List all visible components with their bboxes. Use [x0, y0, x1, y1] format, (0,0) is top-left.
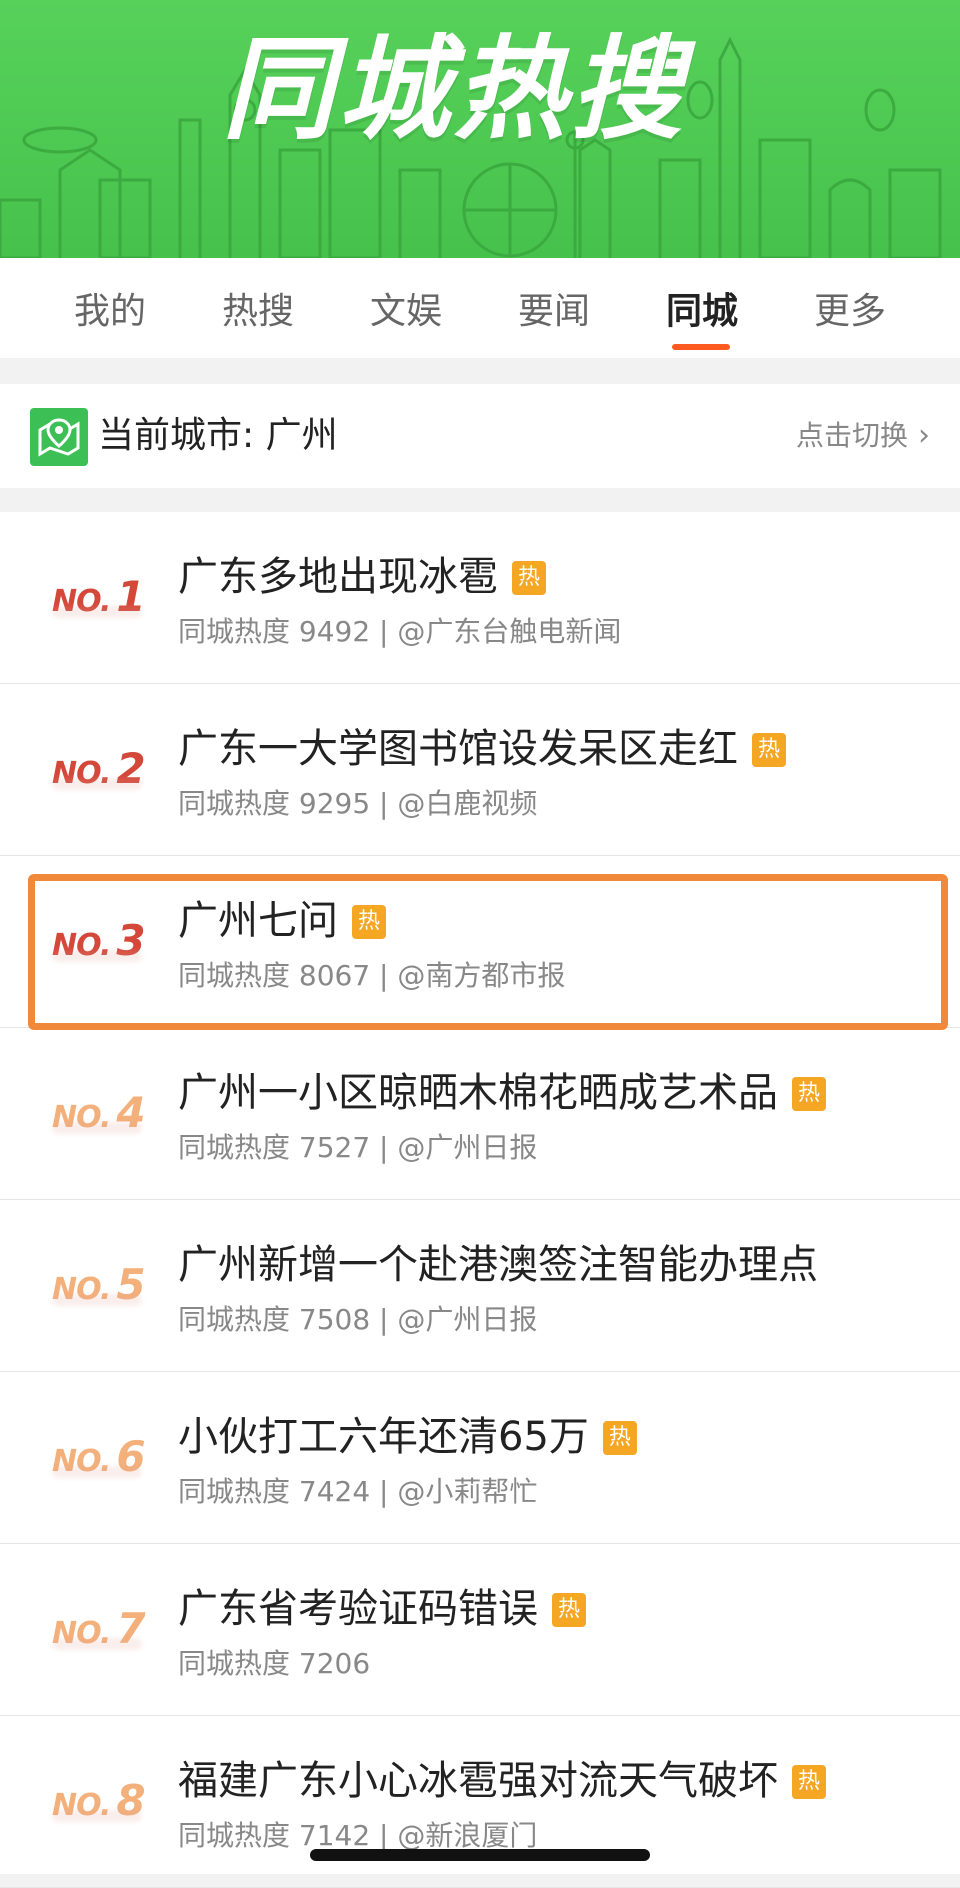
item-title: 广州新增一个赴港澳签注智能办理点: [178, 1242, 818, 1288]
hot-list-item[interactable]: NO. 2 广东一大学图书馆设发呆区走红热同城热度 9295 | @白鹿视频: [0, 684, 960, 856]
hot-list-item[interactable]: NO. 7 广东省考验证码错误热同城热度 7206: [0, 1544, 960, 1716]
item-title-line: 福建广东小心冰雹强对流天气破坏热: [178, 1748, 826, 1806]
item-title-line: 广州新增一个赴港澳签注智能办理点: [178, 1232, 818, 1290]
hot-badge: 热: [352, 905, 386, 939]
tab-hot-search[interactable]: 热搜: [184, 258, 332, 358]
item-title-line: 广东一大学图书馆设发呆区走红热: [178, 716, 786, 774]
current-city-bar: 当前城市: 广州 点击切换 ›: [0, 384, 960, 488]
rank-label: NO. 8: [52, 1776, 146, 1825]
item-title: 广东多地出现冰雹: [178, 554, 498, 600]
rank-shadow: [52, 1294, 142, 1306]
rank-shadow: [52, 1122, 142, 1134]
hot-list: NO. 1 广东多地出现冰雹热同城热度 9492 | @广东台触电新闻 NO. 2 广东一…: [0, 512, 960, 1888]
location-map-icon: [30, 408, 88, 466]
rank-shadow: [52, 778, 142, 790]
hot-list-item[interactable]: NO. 6 小伙打工六年还清65万热同城热度 7424 | @小莉帮忙: [0, 1372, 960, 1544]
banner-title: 同城热搜: [222, 25, 686, 155]
hot-badge: 热: [512, 561, 546, 595]
home-indicator: [310, 1849, 650, 1861]
banner: 同城热搜: [0, 0, 960, 258]
item-title: 小伙打工六年还清65万: [178, 1414, 589, 1460]
item-title: 福建广东小心冰雹强对流天气破坏: [178, 1758, 778, 1804]
item-meta: 同城热度 7206: [178, 1647, 371, 1680]
tab-local[interactable]: 同城: [628, 258, 776, 358]
rank-shadow: [52, 950, 142, 962]
rank-shadow: [52, 1638, 142, 1650]
current-city-label: 当前城市: 广州: [98, 415, 338, 456]
hot-list-item[interactable]: NO. 1 广东多地出现冰雹热同城热度 9492 | @广东台触电新闻: [0, 512, 960, 684]
tab-mine[interactable]: 我的: [36, 258, 184, 358]
item-title: 广东省考验证码错误: [178, 1586, 538, 1632]
rank-label: NO. 6: [52, 1432, 146, 1481]
item-title-line: 广东省考验证码错误热: [178, 1576, 586, 1634]
item-title-line: 广州七问热: [178, 888, 386, 946]
item-title: 广州一小区晾晒木棉花晒成艺术品: [178, 1070, 778, 1116]
rank-label: NO. 4: [52, 1088, 146, 1137]
item-meta: 同城热度 7142 | @新浪厦门: [178, 1819, 538, 1852]
hot-list-item[interactable]: NO. 4 广州一小区晾晒木棉花晒成艺术品热同城热度 7527 | @广州日报: [0, 1028, 960, 1200]
tab-bar: 我的 热搜 文娱 要闻 同城 更多: [0, 258, 960, 358]
rank-label: NO. 3: [52, 916, 146, 965]
active-tab-indicator: [672, 344, 730, 350]
hot-badge: 热: [792, 1077, 826, 1111]
hot-badge: 热: [552, 1593, 586, 1627]
rank-label: NO. 2: [52, 744, 146, 793]
item-meta: 同城热度 9295 | @白鹿视频: [178, 787, 538, 820]
hot-list-item[interactable]: NO. 8 福建广东小心冰雹强对流天气破坏热同城热度 7142 | @新浪厦门: [0, 1716, 960, 1888]
rank-label: NO. 5: [52, 1260, 146, 1309]
hot-badge: 热: [792, 1765, 826, 1799]
hot-badge: 热: [752, 733, 786, 767]
item-meta: 同城热度 7508 | @广州日报: [178, 1303, 538, 1336]
chevron-right-icon: ›: [918, 418, 930, 453]
hot-badge: 热: [602, 1421, 637, 1455]
tab-entertainment[interactable]: 文娱: [332, 258, 480, 358]
item-title: 广东一大学图书馆设发呆区走红: [178, 726, 738, 772]
item-meta: 同城热度 8067 | @南方都市报: [178, 959, 566, 992]
hot-list-item[interactable]: NO. 5 广州新增一个赴港澳签注智能办理点同城热度 7508 | @广州日报: [0, 1200, 960, 1372]
rank-label: NO. 7: [52, 1604, 146, 1653]
item-meta: 同城热度 9492 | @广东台触电新闻: [178, 615, 622, 648]
item-meta: 同城热度 7424 | @小莉帮忙: [178, 1475, 538, 1508]
switch-city-button[interactable]: 点击切换 ›: [796, 384, 930, 488]
rank-label: NO. 1: [52, 572, 146, 621]
item-title-line: 小伙打工六年还清65万热: [178, 1404, 637, 1462]
item-meta: 同城热度 7527 | @广州日报: [178, 1131, 538, 1164]
rank-shadow: [52, 1810, 142, 1822]
item-title-line: 广州一小区晾晒木棉花晒成艺术品热: [178, 1060, 826, 1118]
item-title: 广州七问: [178, 898, 338, 944]
tab-news[interactable]: 要闻: [480, 258, 628, 358]
hot-list-item[interactable]: NO. 3 广州七问热同城热度 8067 | @南方都市报: [0, 856, 960, 1028]
switch-city-label: 点击切换: [795, 419, 908, 452]
rank-shadow: [52, 606, 142, 618]
item-title-line: 广东多地出现冰雹热: [178, 544, 546, 602]
rank-shadow: [52, 1466, 142, 1478]
tab-more[interactable]: 更多: [776, 258, 924, 358]
